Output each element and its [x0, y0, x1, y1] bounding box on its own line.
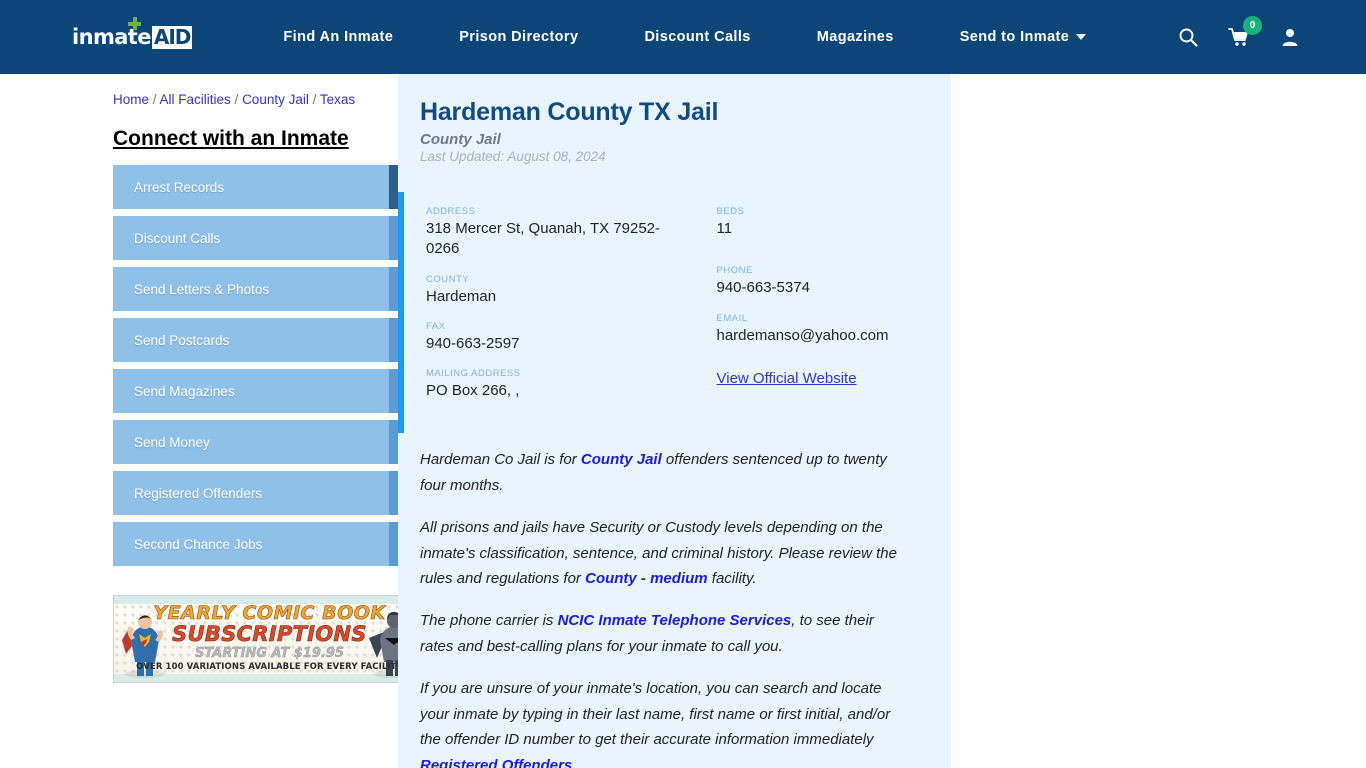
sidebar-item-second-chance-jobs[interactable]: Second Chance Jobs — [113, 522, 433, 566]
sidebar-item-label: Second Chance Jobs — [134, 536, 263, 552]
sidebar-title: Connect with an Inmate — [113, 127, 349, 150]
sidebar-item-send-magazines[interactable]: Send Magazines — [113, 369, 433, 413]
sidebar-item-send-money[interactable]: Send Money — [113, 420, 433, 464]
sidebar-item-registered-offenders[interactable]: Registered Offenders — [113, 471, 433, 515]
description-paragraph-2: All prisons and jails have Security or C… — [420, 515, 911, 592]
ad-headline: YEARLY COMIC BOOK — [153, 602, 386, 625]
cart-icon[interactable]: 0 — [1228, 16, 1262, 47]
sidebar-item-label: Discount Calls — [134, 230, 221, 246]
breadcrumb-separator: / — [149, 92, 160, 107]
page-body: Home / All Facilities / County Jail / Te… — [0, 74, 1366, 768]
facility-field-fax: FAX 940-663-2597 — [426, 321, 689, 354]
breadcrumb-link-county-jail[interactable]: County Jail — [242, 92, 309, 107]
sidebar: Home / All Facilities / County Jail / Te… — [0, 74, 433, 768]
desc-p1-text-a: Hardeman Co Jail is for — [420, 451, 581, 469]
plus-cross-icon — [128, 17, 141, 30]
sidebar-menu: Arrest Records Discount Calls Send Lette… — [113, 165, 433, 566]
desc-p2-link-county-medium[interactable]: County - medium — [585, 570, 708, 587]
ad-footnote: OVER 100 VARIATIONS AVAILABLE FOR EVERY … — [136, 662, 403, 672]
field-label: BEDS — [716, 206, 745, 217]
nav-item-discount-calls[interactable]: Discount Calls — [611, 29, 783, 45]
facility-info-column-left: ADDRESS 318 Mercer St, Quanah, TX 79252-… — [426, 206, 689, 415]
facility-field-beds: BEDS 11 — [717, 206, 952, 239]
sidebar-item-send-postcards[interactable]: Send Postcards — [113, 318, 433, 362]
nav-item-send-to-inmate[interactable]: Send to Inmate — [927, 29, 1113, 45]
cart-count-badge: 0 — [1243, 16, 1262, 35]
logo-badge: AID — [151, 24, 193, 49]
sidebar-item-label: Send Postcards — [134, 332, 230, 348]
breadcrumb-link-home[interactable]: Home — [113, 92, 149, 107]
field-label: FAX — [426, 320, 446, 332]
breadcrumb-separator: / — [230, 92, 243, 107]
search-icon[interactable] — [1178, 27, 1198, 47]
site-logo[interactable]: inmate AID — [72, 17, 193, 52]
facility-card: Hardeman County TX Jail County Jail Last… — [398, 74, 951, 768]
field-value: 940-663-5374 — [716, 279, 810, 297]
field-label: COUNTY — [426, 273, 470, 285]
desc-p4-text-a: If you are unsure of your inmate's locat… — [420, 679, 891, 749]
facility-field-mailing-address: MAILING ADDRESS PO Box 266, , — [426, 368, 689, 401]
field-value: hardemanso@yahoo.com — [716, 326, 889, 344]
facility-type: County Jail — [420, 131, 501, 148]
view-official-website-link[interactable]: View Official Website — [717, 370, 857, 387]
facility-info-column-right: BEDS 11 PHONE 940-663-5374 EMAIL hardema… — [689, 206, 952, 415]
breadcrumb-link-texas[interactable]: Texas — [320, 92, 355, 107]
main-navigation: Find An Inmate Prison Directory Discount… — [250, 29, 1112, 45]
sidebar-item-arrest-records[interactable]: Arrest Records — [113, 165, 433, 209]
breadcrumb-link-all-facilities[interactable]: All Facilities — [160, 92, 231, 107]
sidebar-item-label: Arrest Records — [134, 179, 225, 195]
nav-item-magazines[interactable]: Magazines — [784, 29, 927, 45]
ad-price-text: STARTING AT $19.95 — [195, 646, 344, 661]
facility-info-block: ADDRESS 318 Mercer St, Quanah, TX 79252-… — [398, 192, 952, 434]
facility-field-address: ADDRESS 318 Mercer St, Quanah, TX 79252-… — [426, 206, 689, 260]
ad-subheadline: SUBSCRIPTIONS — [172, 622, 367, 647]
facility-header: Hardeman County TX Jail County Jail Last… — [398, 74, 951, 174]
facility-field-email: EMAIL hardemanso@yahoo.com — [717, 313, 952, 346]
field-value: 11 — [716, 220, 733, 237]
nav-item-prison-directory[interactable]: Prison Directory — [426, 29, 611, 45]
page-title: Hardeman County TX Jail — [420, 98, 719, 126]
sidebar-item-send-letters-photos[interactable]: Send Letters & Photos — [113, 267, 433, 311]
field-value: Hardeman — [426, 287, 497, 305]
desc-p1-link-county-jail[interactable]: County Jail — [581, 451, 662, 468]
field-value: PO Box 266, , — [426, 382, 520, 399]
field-label: PHONE — [716, 265, 753, 277]
description-paragraph-3: The phone carrier is NCIC Inmate Telepho… — [420, 608, 911, 660]
header-icon-group: 0 — [1178, 16, 1300, 47]
nav-item-find-an-inmate[interactable]: Find An Inmate — [250, 29, 426, 45]
facility-field-county: COUNTY Hardeman — [426, 274, 689, 307]
facility-last-updated: Last Updated: August 08, 2024 — [420, 149, 606, 164]
desc-p4-link-registered-offenders[interactable]: Registered Offenders — [420, 757, 572, 768]
facility-field-phone: PHONE 940-663-5374 — [717, 265, 952, 298]
user-account-icon[interactable] — [1280, 27, 1300, 47]
desc-p2-text-b: facility. — [707, 570, 757, 588]
description-paragraph-1: Hardeman Co Jail is for County Jail offe… — [420, 447, 911, 499]
field-value: 318 Mercer St, Quanah, TX 79252-0266 — [426, 220, 661, 258]
breadcrumb-separator: / — [308, 92, 320, 107]
sidebar-item-label: Send Money — [134, 434, 210, 450]
field-label: EMAIL — [716, 312, 748, 324]
facility-description: Hardeman Co Jail is for County Jail offe… — [398, 433, 951, 768]
breadcrumb: Home / All Facilities / County Jail / Te… — [113, 86, 360, 113]
comic-book-ad-banner[interactable]: YEARLY COMIC BOOK SUBSCRIPTIONS STARTING… — [113, 595, 426, 683]
desc-p3-link-ncic[interactable]: NCIC Inmate Telephone Services — [558, 612, 792, 629]
field-label: ADDRESS — [426, 206, 476, 217]
sidebar-item-label: Send Magazines — [134, 383, 235, 399]
field-value: 940-663-2597 — [426, 334, 520, 352]
site-header: inmate AID Find An Inmate Prison Directo… — [0, 0, 1366, 74]
chevron-down-icon — [1076, 34, 1087, 40]
sidebar-item-label: Send Letters & Photos — [134, 281, 270, 297]
nav-item-send-to-inmate-label: Send to Inmate — [959, 29, 1070, 45]
desc-p3-text-a: The phone carrier is — [420, 612, 558, 630]
sidebar-item-label: Registered Offenders — [134, 485, 263, 501]
sidebar-item-discount-calls[interactable]: Discount Calls — [113, 216, 433, 260]
description-paragraph-4: If you are unsure of your inmate's locat… — [420, 676, 911, 768]
field-label: MAILING ADDRESS — [426, 368, 521, 379]
